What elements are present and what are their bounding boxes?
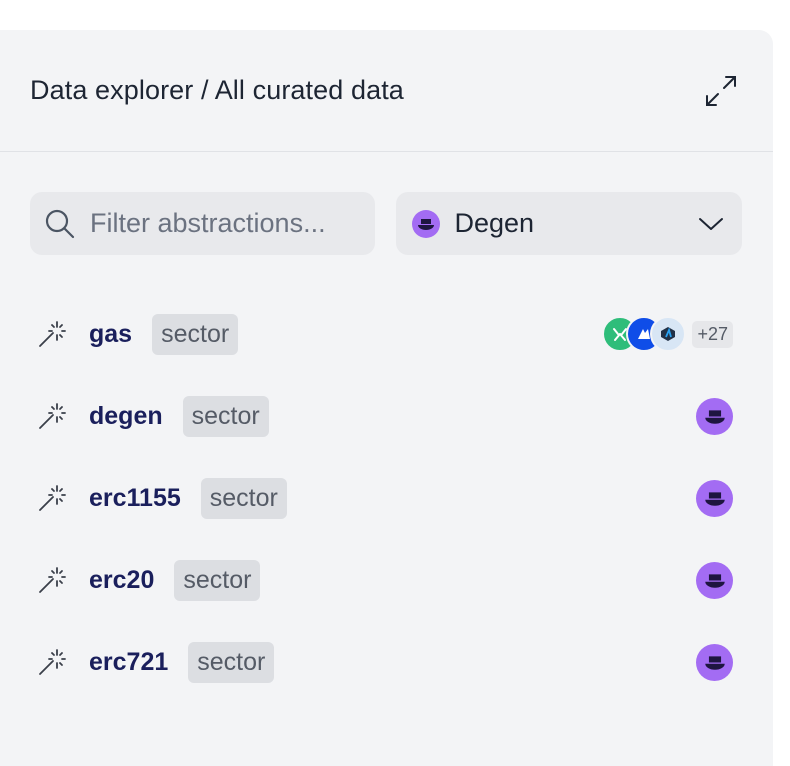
sector-tag: sector [200,477,287,519]
breadcrumb-title: Data explorer / All curated data [30,75,404,105]
abstraction-name[interactable]: degen [89,402,163,431]
search-box[interactable] [30,192,376,255]
magic-wand-icon [38,402,66,430]
sector-tag: sector [182,395,269,437]
magic-wand-icon [38,566,66,594]
abstraction-name[interactable]: erc1155 [89,484,181,513]
list-item[interactable]: erc20 sector [38,539,733,621]
search-icon [45,209,75,238]
degen-chain-icon [696,397,733,435]
expand-icon [706,75,736,106]
degen-chain-icon [696,479,733,517]
degen-chain-icon [696,561,733,599]
abstraction-name[interactable]: gas [89,320,132,349]
filter-controls: Degen [0,152,773,255]
more-chains-count: +27 [692,320,733,348]
search-input[interactable] [88,207,372,240]
abstraction-list: gas sector +27 degen sector erc1155 sect… [0,255,773,703]
abstraction-name[interactable]: erc721 [89,648,168,677]
degen-chain-icon [412,209,441,238]
chain-select[interactable]: Degen [396,192,742,255]
abstraction-name[interactable]: erc20 [89,566,154,595]
list-item[interactable]: erc721 sector [38,621,733,703]
list-item[interactable]: gas sector +27 [38,293,733,375]
magic-wand-icon [38,648,66,676]
arbitrum-chain-icon [650,316,687,352]
chevron-down-icon [699,217,723,230]
expand-button[interactable] [701,71,741,111]
chain-select-value: Degen [454,208,535,238]
magic-wand-icon [38,484,66,512]
sector-tag: sector [152,313,239,355]
panel-header: Data explorer / All curated data [0,30,773,152]
degen-chain-icon [696,643,733,681]
data-explorer-panel: Data explorer / All curated data Degen [0,30,773,766]
magic-wand-icon [38,320,66,348]
sector-tag: sector [174,559,261,601]
list-item[interactable]: erc1155 sector [38,457,733,539]
sector-tag: sector [188,641,275,683]
list-item[interactable]: degen sector [38,375,733,457]
chain-icons: +27 [602,316,733,352]
